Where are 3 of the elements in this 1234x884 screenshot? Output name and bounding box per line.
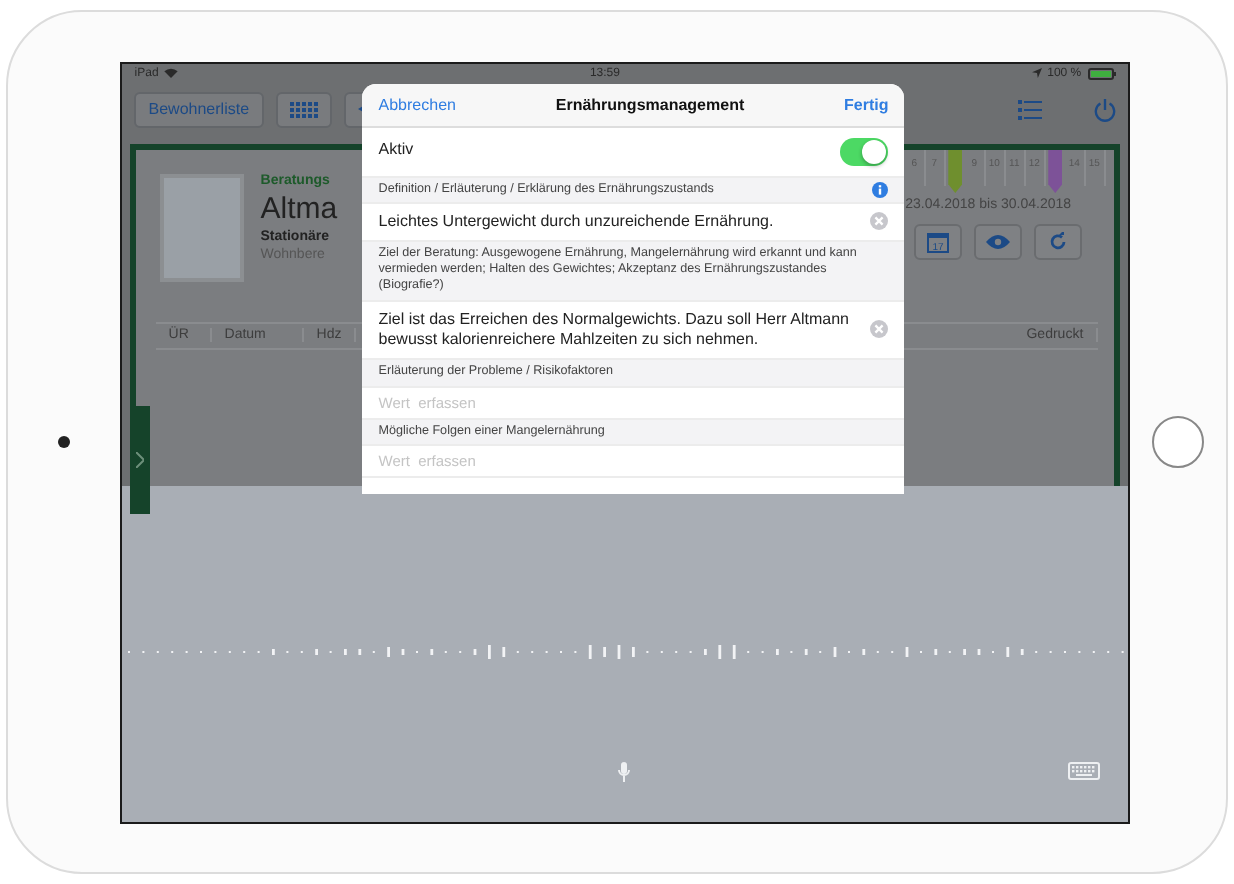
toggle-label: Aktiv xyxy=(378,140,416,162)
resident-name: Altma xyxy=(260,191,338,225)
dialog-title: Ernährungsmanagement xyxy=(555,95,745,113)
